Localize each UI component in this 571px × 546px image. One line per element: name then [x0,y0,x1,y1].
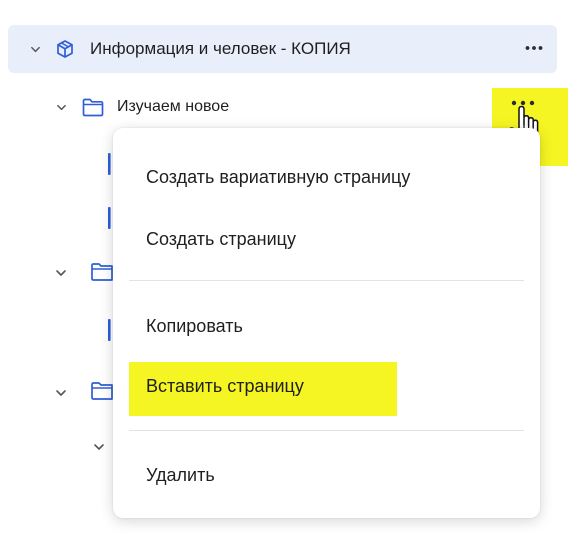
menu-item-copy[interactable]: Копировать [113,302,540,350]
menu-item-create-variative-page[interactable]: Создать вариативную страницу [113,153,540,201]
menu-divider [129,430,524,431]
chevron-down-icon[interactable] [29,43,41,55]
chevron-down-icon[interactable] [55,101,67,113]
menu-item-label: Удалить [146,464,215,485]
folder-icon [82,98,104,117]
chevron-down-icon[interactable] [55,386,67,404]
menu-item-label: Создать вариативную страницу [146,166,411,187]
folder-icon [90,262,114,287]
context-menu: Создать вариативную страницу Создать стр… [113,128,540,518]
menu-item-create-page[interactable]: Создать страницу [113,215,540,263]
folder-icon [90,381,114,406]
chevron-down-icon[interactable] [55,266,67,284]
menu-item-delete[interactable]: Удалить [113,451,540,499]
menu-divider [129,280,524,281]
chevron-down-icon[interactable] [93,440,105,458]
cube-icon [55,39,75,59]
tree-item-project[interactable]: Информация и человек - КОПИЯ [8,25,557,73]
menu-item-label: Копировать [146,315,243,336]
tree-item-folder[interactable]: Изучаем новое [0,83,571,131]
tree-item-label: Информация и человек - КОПИЯ [90,39,351,58]
menu-item-label: Создать страницу [146,228,296,249]
menu-item-paste-page[interactable]: Вставить страницу [113,362,540,416]
more-horizontal-icon[interactable] [524,38,544,63]
menu-item-label: Вставить страницу [146,375,304,396]
page: Информация и человек - КОПИЯ Изучаем нов… [0,0,571,546]
tree-item-label: Изучаем новое [117,98,230,115]
